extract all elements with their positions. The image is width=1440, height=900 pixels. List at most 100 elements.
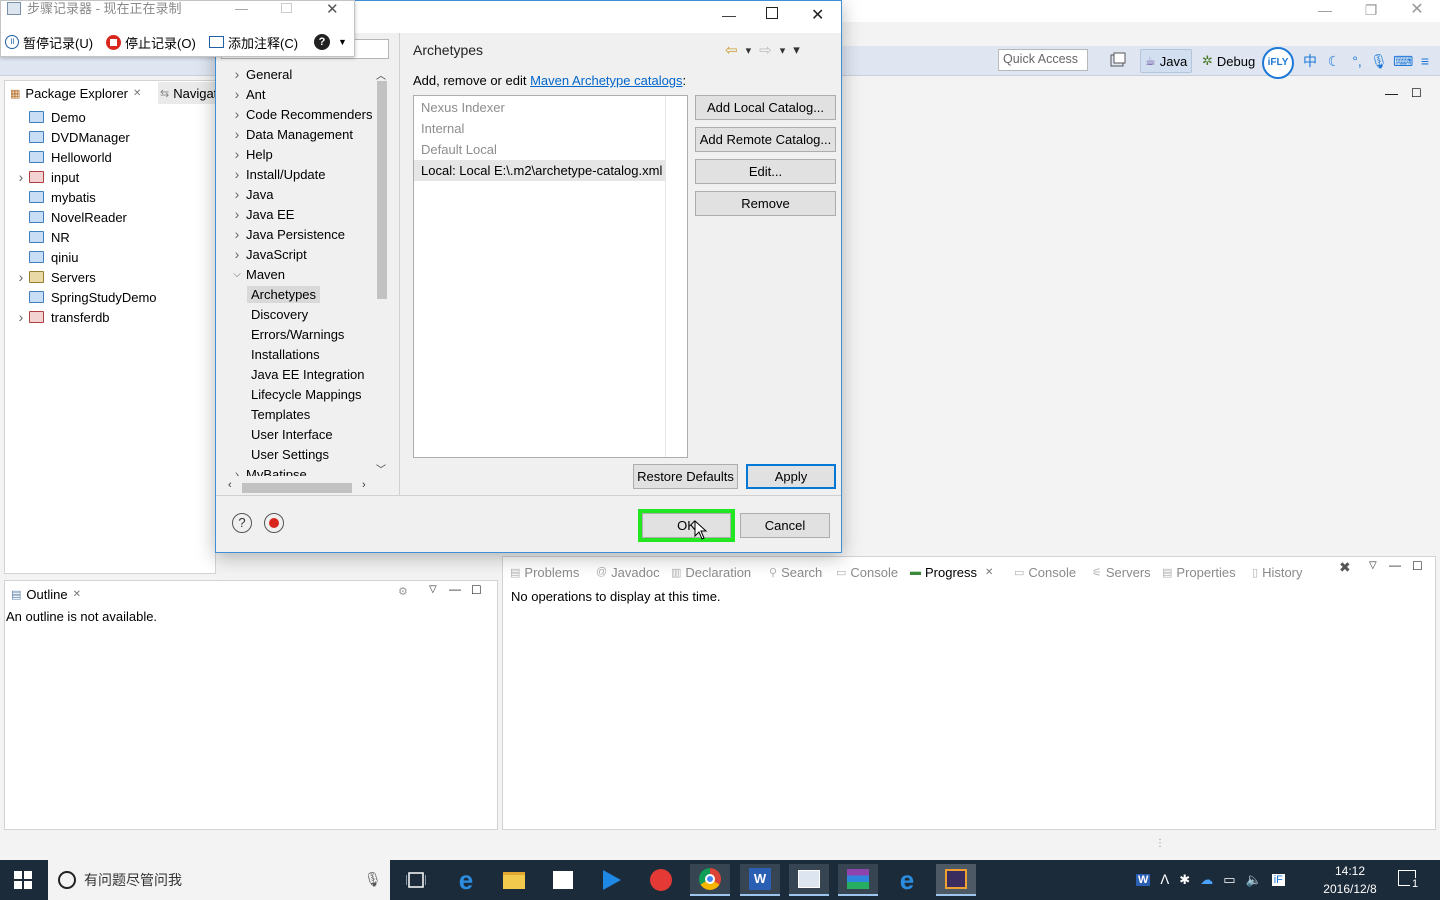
eclipse-minimize-button[interactable]: — bbox=[1302, 0, 1348, 22]
word-app-icon[interactable]: W bbox=[740, 864, 780, 896]
ime-keyboard-icon[interactable]: ⌨ bbox=[1393, 52, 1413, 70]
back-dropdown-chevron-down-icon[interactable]: ▾ bbox=[746, 44, 752, 57]
archetype-catalogs-link[interactable]: Maven Archetype catalogs bbox=[530, 73, 682, 88]
view-menu-chevron-down-icon[interactable]: ▽ bbox=[1369, 560, 1377, 571]
psr-minimize-button[interactable]: — bbox=[235, 1, 248, 16]
view-menu-chevron-down-icon[interactable]: ▽ bbox=[429, 584, 437, 595]
tab-package-explorer[interactable]: ▦ Package Explorer ✕ bbox=[6, 82, 154, 104]
tab-servers[interactable]: ⚟ Servers bbox=[1089, 561, 1154, 583]
expand-chevron-right-icon[interactable]: › bbox=[13, 309, 29, 325]
expand-chevron-right-icon[interactable]: › bbox=[228, 126, 246, 142]
scroll-right-icon[interactable]: › bbox=[362, 479, 366, 491]
preference-tree-item[interactable]: › Help bbox=[228, 144, 373, 164]
music-app-icon[interactable] bbox=[641, 864, 681, 896]
preference-tree-item[interactable]: › General bbox=[228, 64, 373, 84]
catalog-list-item[interactable]: Internal bbox=[414, 118, 665, 139]
tab-history[interactable]: ▯ History bbox=[1249, 561, 1306, 583]
preference-tree-item[interactable]: › Data Management bbox=[228, 124, 373, 144]
back-arrow-icon[interactable]: ⇦ bbox=[725, 41, 738, 59]
catalog-list-item[interactable]: Local: Local E:\.m2\archetype-catalog.xm… bbox=[414, 160, 665, 181]
preference-tree-item[interactable]: Templates bbox=[228, 404, 373, 424]
taskbar-clock[interactable]: 14:12 2016/12/8 bbox=[1310, 862, 1390, 898]
tree-horizontal-scrollbar[interactable]: ‹ › bbox=[228, 479, 371, 495]
help-dropdown-chevron-down-icon[interactable]: ▼ bbox=[338, 37, 347, 47]
preference-tree-item[interactable]: Errors/Warnings bbox=[228, 324, 373, 344]
pen-tray-icon[interactable]: ᐱ bbox=[1160, 872, 1169, 888]
file-explorer-icon[interactable] bbox=[494, 864, 534, 896]
perspective-debug-button[interactable]: ✲ Debug bbox=[1198, 49, 1259, 73]
dialog-close-button[interactable]: ✕ bbox=[811, 5, 824, 25]
tab-problems[interactable]: ▤ Problems bbox=[507, 561, 582, 583]
preference-tree-item[interactable]: Archetypes bbox=[228, 284, 373, 304]
close-tab-icon[interactable]: ✕ bbox=[133, 88, 141, 99]
ime-menu-icon[interactable]: ≡ bbox=[1416, 52, 1434, 70]
package-tree-item[interactable]: NR bbox=[13, 227, 213, 247]
tab-declaration[interactable]: ▥ Declaration bbox=[668, 561, 754, 583]
add-remote-catalog-button[interactable]: Add Remote Catalog... bbox=[695, 127, 836, 152]
word-tray-icon[interactable]: W bbox=[1136, 874, 1151, 886]
cloud-sync-icon[interactable]: ☁ bbox=[1200, 872, 1213, 888]
package-tree-item[interactable]: qiniu bbox=[13, 247, 213, 267]
package-tree-item[interactable]: › Servers bbox=[13, 267, 213, 287]
expand-chevron-right-icon[interactable]: › bbox=[228, 66, 246, 82]
expand-chevron-right-icon[interactable]: › bbox=[13, 169, 29, 185]
add-comment-button[interactable]: 添加注释(C) bbox=[209, 32, 298, 52]
preference-tree-item[interactable]: › Code Recommenders bbox=[228, 104, 373, 124]
scroll-down-icon[interactable]: ﹀ bbox=[376, 461, 386, 476]
ime-microphone-icon[interactable]: 🎙 bbox=[1370, 52, 1388, 70]
package-tree-item[interactable]: › input bbox=[13, 167, 213, 187]
psr-help-button[interactable]: ? ▼ bbox=[314, 32, 347, 52]
ie-browser-icon[interactable]: e bbox=[887, 864, 927, 896]
winrar-app-icon[interactable] bbox=[838, 864, 878, 896]
psr-maximize-button[interactable] bbox=[281, 3, 292, 13]
expand-chevron-right-icon[interactable]: › bbox=[228, 206, 246, 222]
help-icon[interactable]: ? bbox=[232, 513, 252, 533]
preference-tree-item[interactable]: Installations bbox=[228, 344, 373, 364]
expand-chevron-right-icon[interactable]: › bbox=[228, 226, 246, 242]
forward-dropdown-chevron-down-icon[interactable]: ▾ bbox=[780, 44, 786, 57]
tree-vertical-scrollbar[interactable]: ︿ ﹀ bbox=[373, 65, 390, 478]
preference-tree-item[interactable]: › JavaScript bbox=[228, 244, 373, 264]
expand-chevron-right-icon[interactable]: › bbox=[228, 186, 246, 202]
tab-search[interactable]: ⚲ Search bbox=[766, 561, 825, 583]
package-tree-item[interactable]: SpringStudyDemo bbox=[13, 287, 213, 307]
tab-navigator[interactable]: ⇆ Navigator bbox=[158, 82, 216, 104]
eclipse-close-button[interactable]: ✕ bbox=[1394, 0, 1440, 22]
expand-chevron-right-icon[interactable]: › bbox=[228, 466, 246, 476]
open-perspective-icon[interactable] bbox=[1110, 52, 1126, 68]
scroll-up-icon[interactable]: ︿ bbox=[376, 67, 386, 82]
editor-minimize-icon[interactable]: — bbox=[1385, 86, 1398, 101]
expand-chevron-right-icon[interactable]: › bbox=[228, 86, 246, 102]
preference-tree-item[interactable]: Discovery bbox=[228, 304, 373, 324]
preference-tree-item[interactable]: › MyBatipse bbox=[228, 464, 373, 476]
ime-chinese-icon[interactable]: 中 bbox=[1301, 52, 1319, 70]
preference-tree-item[interactable]: › Install/Update bbox=[228, 164, 373, 184]
preference-tree-item[interactable]: › Java Persistence bbox=[228, 224, 373, 244]
add-local-catalog-button[interactable]: Add Local Catalog... bbox=[695, 95, 836, 120]
network-icon[interactable]: ▭ bbox=[1223, 872, 1235, 888]
volume-icon[interactable]: 🔈 bbox=[1246, 872, 1262, 888]
record-macro-icon[interactable] bbox=[264, 513, 284, 533]
eclipse-restore-button[interactable]: ❐ bbox=[1348, 0, 1394, 22]
ime-punctuation-icon[interactable]: °, bbox=[1348, 52, 1366, 70]
maximize-icon[interactable]: ☐ bbox=[1412, 559, 1423, 573]
package-tree-item[interactable]: Demo bbox=[13, 107, 213, 127]
edge-browser-icon[interactable]: e bbox=[446, 864, 486, 896]
package-tree-item[interactable]: mybatis bbox=[13, 187, 213, 207]
start-windows-icon[interactable] bbox=[14, 871, 32, 889]
tab-outline[interactable]: ▤ Outline ✕ bbox=[7, 583, 85, 605]
restore-defaults-button[interactable]: Restore Defaults bbox=[633, 464, 738, 489]
eclipse-taskbar-icon[interactable] bbox=[936, 864, 976, 896]
tab-properties[interactable]: ▤ Properties bbox=[1159, 561, 1239, 583]
expand-chevron-right-icon[interactable]: › bbox=[228, 106, 246, 122]
scrollbar-thumb[interactable] bbox=[242, 483, 352, 493]
chrome-browser-icon[interactable] bbox=[690, 864, 730, 896]
package-tree-item[interactable]: › transferdb bbox=[13, 307, 213, 327]
package-tree-item[interactable]: Helloworld bbox=[13, 147, 213, 167]
tab-progress[interactable]: ▬ Progress ✕ bbox=[907, 561, 997, 583]
quick-access-input[interactable]: Quick Access bbox=[998, 49, 1088, 71]
ime-tray-icon[interactable]: iF bbox=[1271, 874, 1285, 886]
close-tab-icon[interactable]: ✕ bbox=[985, 567, 993, 578]
stop-recording-button[interactable]: 停止记录(O) bbox=[106, 32, 196, 52]
preference-tree-item[interactable]: › Java EE bbox=[228, 204, 373, 224]
